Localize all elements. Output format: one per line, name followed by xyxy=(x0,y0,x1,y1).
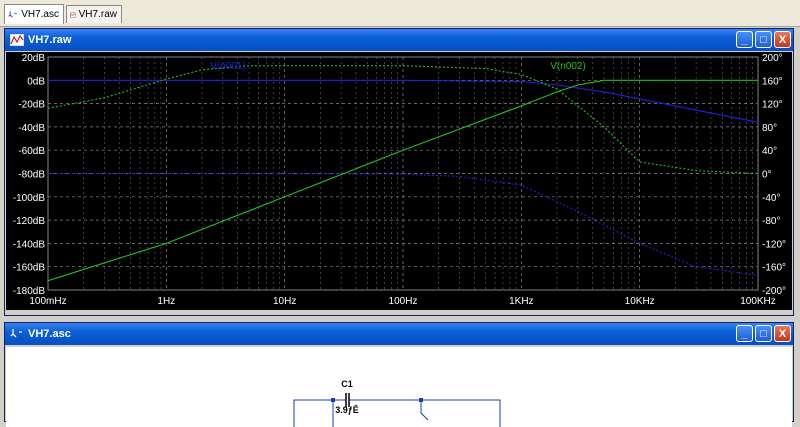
x-tick-label: 1Hz xyxy=(157,296,175,307)
maximize-button[interactable]: □ xyxy=(755,31,772,48)
plot-window-titlebar[interactable]: VH7.raw _ □ X xyxy=(5,29,793,51)
y-left-tick-label: -120dB xyxy=(13,216,46,227)
close-button[interactable]: X xyxy=(774,31,791,48)
window-title: VH7.raw xyxy=(28,34,72,46)
y-right-tick-label: 40° xyxy=(762,146,777,157)
legend-label: V(n002) xyxy=(550,61,586,72)
y-right-tick-label: -200° xyxy=(762,286,786,297)
waveform-plot-pane[interactable]: 100mHz 1Hz 10Hz 100Hz 1KHz 10KHz 100KHz 20dB 0dB… xyxy=(6,52,792,310)
minimize-button[interactable]: _ xyxy=(736,31,753,48)
x-tick-label: 1KHz xyxy=(509,296,533,307)
x-tick-label: 10Hz xyxy=(273,296,296,307)
component-value[interactable]: 3.9ƒÊ xyxy=(335,404,359,415)
x-tick-label: 100KHz xyxy=(740,296,776,307)
schematic-icon xyxy=(10,329,22,338)
waveform-icon xyxy=(70,12,76,17)
y-left-tick-label: -180dB xyxy=(13,286,46,297)
x-tick-label: 100Hz xyxy=(389,296,418,307)
y-left-tick-label: -100dB xyxy=(13,193,46,204)
tab-vh7-raw[interactable]: VH7.raw xyxy=(66,5,122,23)
schematic-window: VH7.asc _ □ X C1 3.9ƒÊ xyxy=(4,322,794,427)
document-tab-bar: VH7.asc VH7.raw xyxy=(0,0,800,27)
x-tick-label: 10KHz xyxy=(625,296,655,307)
y-left-tick-label: -20dB xyxy=(18,100,45,111)
waveform-icon xyxy=(10,34,24,46)
window-title: VH7.asc xyxy=(28,328,71,340)
y-right-tick-label: -80° xyxy=(762,216,780,227)
y-left-tick-label: 20dB xyxy=(22,53,46,64)
y-left-tick-label: -60dB xyxy=(18,146,45,157)
schematic-drawing[interactable]: C1 3.9ƒÊ xyxy=(6,347,792,427)
bode-plot[interactable]: 100mHz 1Hz 10Hz 100Hz 1KHz 10KHz 100KHz 20dB 0dB… xyxy=(6,52,792,310)
y-right-tick-label: -160° xyxy=(762,263,786,274)
plot-window: VH7.raw _ □ X 100mHz 1Hz 10Hz 100Hz 1KHz 10KH… xyxy=(4,28,794,316)
schematic-icon xyxy=(8,10,17,18)
y-right-tick-label: -40° xyxy=(762,193,780,204)
y-right-tick-label: 0° xyxy=(762,170,772,181)
wire xyxy=(293,399,331,427)
y-left-tick-label: -80dB xyxy=(18,170,45,181)
y-right-tick-label: -120° xyxy=(762,239,786,250)
y-right-tick-label: 80° xyxy=(762,123,777,134)
legend-label: V(n001) xyxy=(210,61,246,72)
tab-label: VH7.raw xyxy=(78,9,117,20)
close-button[interactable]: X xyxy=(774,325,791,342)
y-right-tick-label: 120° xyxy=(762,100,783,111)
x-tick-label: 100mHz xyxy=(29,296,66,307)
tab-label: VH7.asc xyxy=(21,9,59,20)
schematic-window-titlebar[interactable]: VH7.asc _ □ X xyxy=(5,323,793,345)
y-left-tick-label: -40dB xyxy=(18,123,45,134)
y-left-tick-label: 0dB xyxy=(27,76,45,87)
schematic-canvas[interactable]: C1 3.9ƒÊ xyxy=(6,347,792,427)
y-right-tick-label: 160° xyxy=(762,76,783,87)
wire xyxy=(364,399,501,427)
series-line xyxy=(48,172,759,276)
y-left-tick-label: -140dB xyxy=(13,239,46,250)
maximize-button[interactable]: □ xyxy=(755,325,772,342)
component-ref[interactable]: C1 xyxy=(341,379,353,389)
y-right-tick-label: 200° xyxy=(762,53,783,64)
y-left-tick-label: -160dB xyxy=(13,263,46,274)
wire xyxy=(420,412,429,421)
minimize-button[interactable]: _ xyxy=(736,325,753,342)
tab-vh7-asc[interactable]: VH7.asc xyxy=(4,4,64,24)
